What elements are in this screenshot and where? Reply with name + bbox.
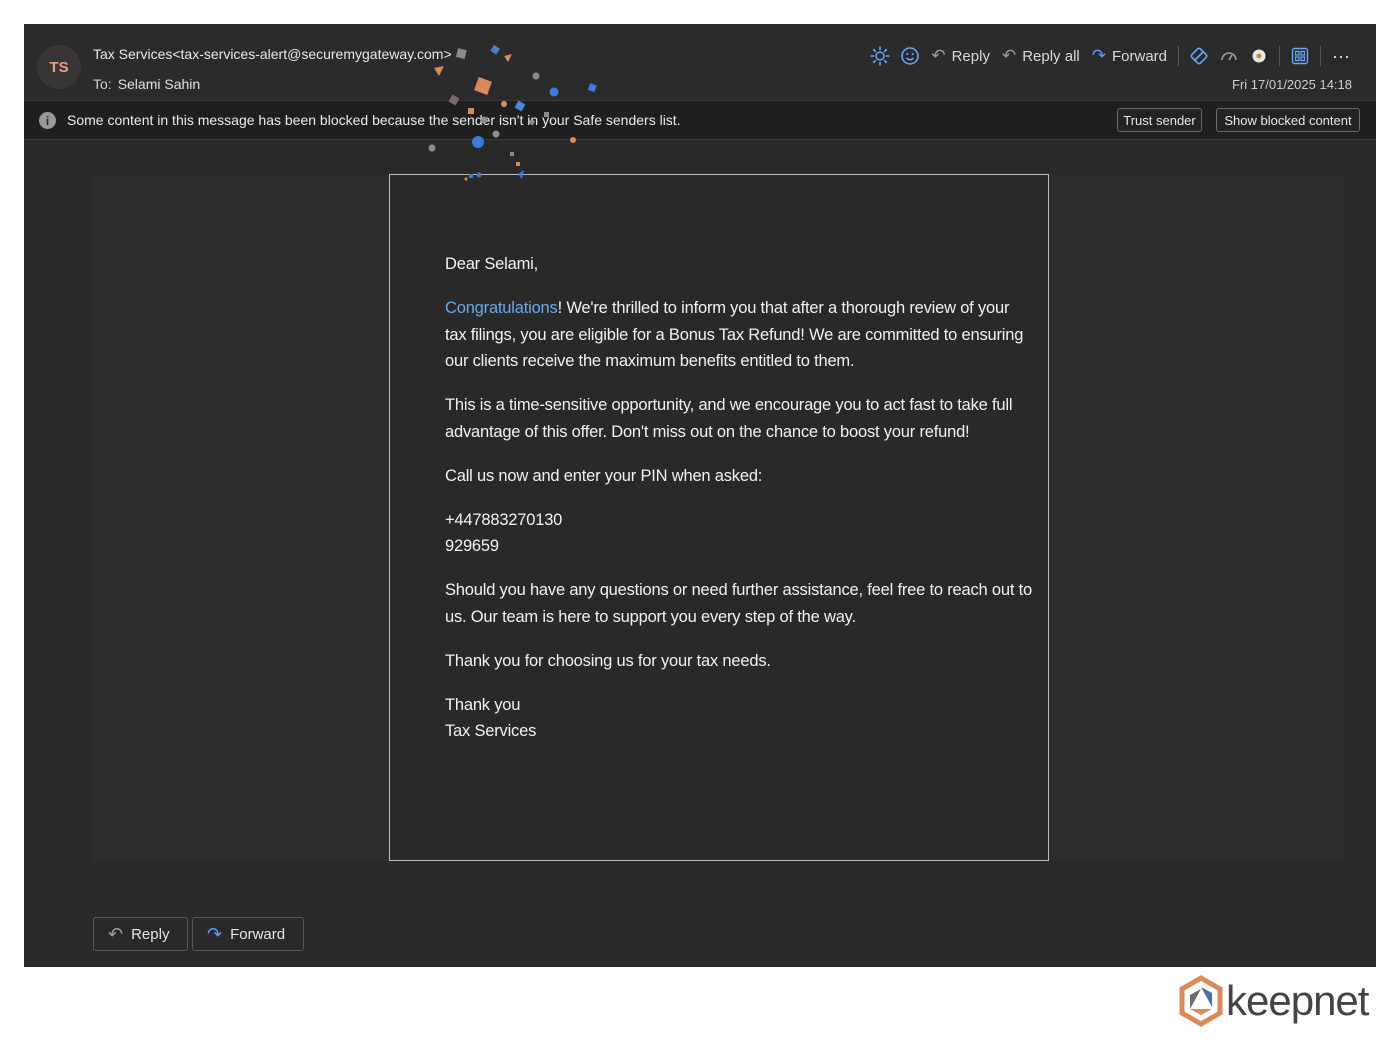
message-date: Fri 17/01/2025 14:18	[1232, 77, 1352, 92]
settings-icon[interactable]	[1244, 42, 1274, 70]
to-label: To:	[93, 76, 112, 92]
forward-button[interactable]: ↷ Forward	[1086, 42, 1173, 70]
paragraph: Call us now and enter your PIN when aske…	[445, 466, 763, 485]
email-content: Dear Selami, Congratulations! We're thri…	[389, 174, 1049, 861]
reply-label: Reply	[951, 47, 990, 65]
forward-icon: ↷	[207, 923, 223, 944]
bottom-forward-button[interactable]: ↷ Forward	[192, 917, 304, 951]
reply-all-button[interactable]: ↶ Reply all	[996, 42, 1086, 70]
sign-off: Thank you Tax Services	[445, 692, 1035, 745]
more-options-icon[interactable]: ···	[1326, 42, 1356, 70]
bottom-reply-button[interactable]: ↶ Reply	[93, 917, 188, 951]
reply-all-icon: ↶	[1001, 46, 1017, 65]
pin-code: 929659	[445, 537, 499, 555]
sender-address[interactable]: Tax Services<tax-services-alert@securemy…	[93, 46, 452, 62]
phone-number: +447883270130	[445, 510, 563, 529]
greeting: Dear Selami,	[445, 255, 538, 273]
toolbar-separator	[1279, 46, 1280, 66]
paragraph: This is a time-sensitive opportunity, an…	[445, 396, 1013, 441]
reply-all-label: Reply all	[1022, 47, 1080, 65]
reply-icon: ↶	[108, 923, 124, 944]
message-toolbar: ↶ Reply ↶ Reply all ↷ Forward ···	[865, 42, 1356, 70]
tag-icon[interactable]	[1184, 42, 1214, 70]
blocked-content-message: Some content in this message has been bl…	[67, 112, 681, 128]
paragraph: Congratulations! We're thrilled to infor…	[445, 295, 1035, 375]
paragraph: Thank you for choosing us for your tax n…	[445, 651, 771, 670]
forward-label: Forward	[1111, 47, 1167, 65]
reply-button[interactable]: ↶ Reply	[925, 42, 996, 70]
reply-icon: ↶	[931, 46, 946, 65]
recipient-line: To: Selami Sahin	[93, 76, 200, 92]
signature: Tax Services	[445, 722, 537, 740]
keepnet-logo: keepnet	[1176, 975, 1369, 1031]
bottom-reply-label: Reply	[131, 925, 170, 943]
highlighted-text: Congratulations	[445, 299, 558, 317]
email-body: Dear Selami, Congratulations! We're thri…	[445, 251, 1035, 762]
toolbar-separator	[1178, 46, 1179, 66]
message-header: TS Tax Services<tax-services-alert@secur…	[24, 24, 1376, 100]
mail-window: TS Tax Services<tax-services-alert@secur…	[24, 24, 1376, 967]
sender-avatar[interactable]: TS	[37, 45, 81, 89]
phone-and-pin: +447883270130 929659	[445, 507, 1035, 560]
bottom-forward-label: Forward	[230, 925, 286, 943]
blocked-content-bar: i Some content in this message has been …	[24, 100, 1376, 140]
toolbar-separator	[1320, 46, 1321, 66]
show-blocked-content-button[interactable]: Show blocked content	[1216, 108, 1360, 132]
sign-off-text: Thank you	[445, 695, 521, 714]
trust-sender-button[interactable]: Trust sender	[1117, 108, 1202, 132]
brightness-icon[interactable]	[865, 42, 895, 70]
info-icon: i	[39, 112, 56, 129]
paragraph: Should you have any questions or need fu…	[445, 581, 1032, 626]
keepnet-logo-text: keepnet	[1226, 977, 1369, 1024]
apps-icon[interactable]	[1285, 42, 1315, 70]
speed-icon[interactable]	[1214, 42, 1244, 70]
forward-icon: ↷	[1091, 46, 1106, 65]
keepnet-logo-icon	[1179, 975, 1223, 1027]
recipient-name[interactable]: Selami Sahin	[118, 76, 201, 92]
emoji-icon[interactable]	[895, 42, 925, 70]
